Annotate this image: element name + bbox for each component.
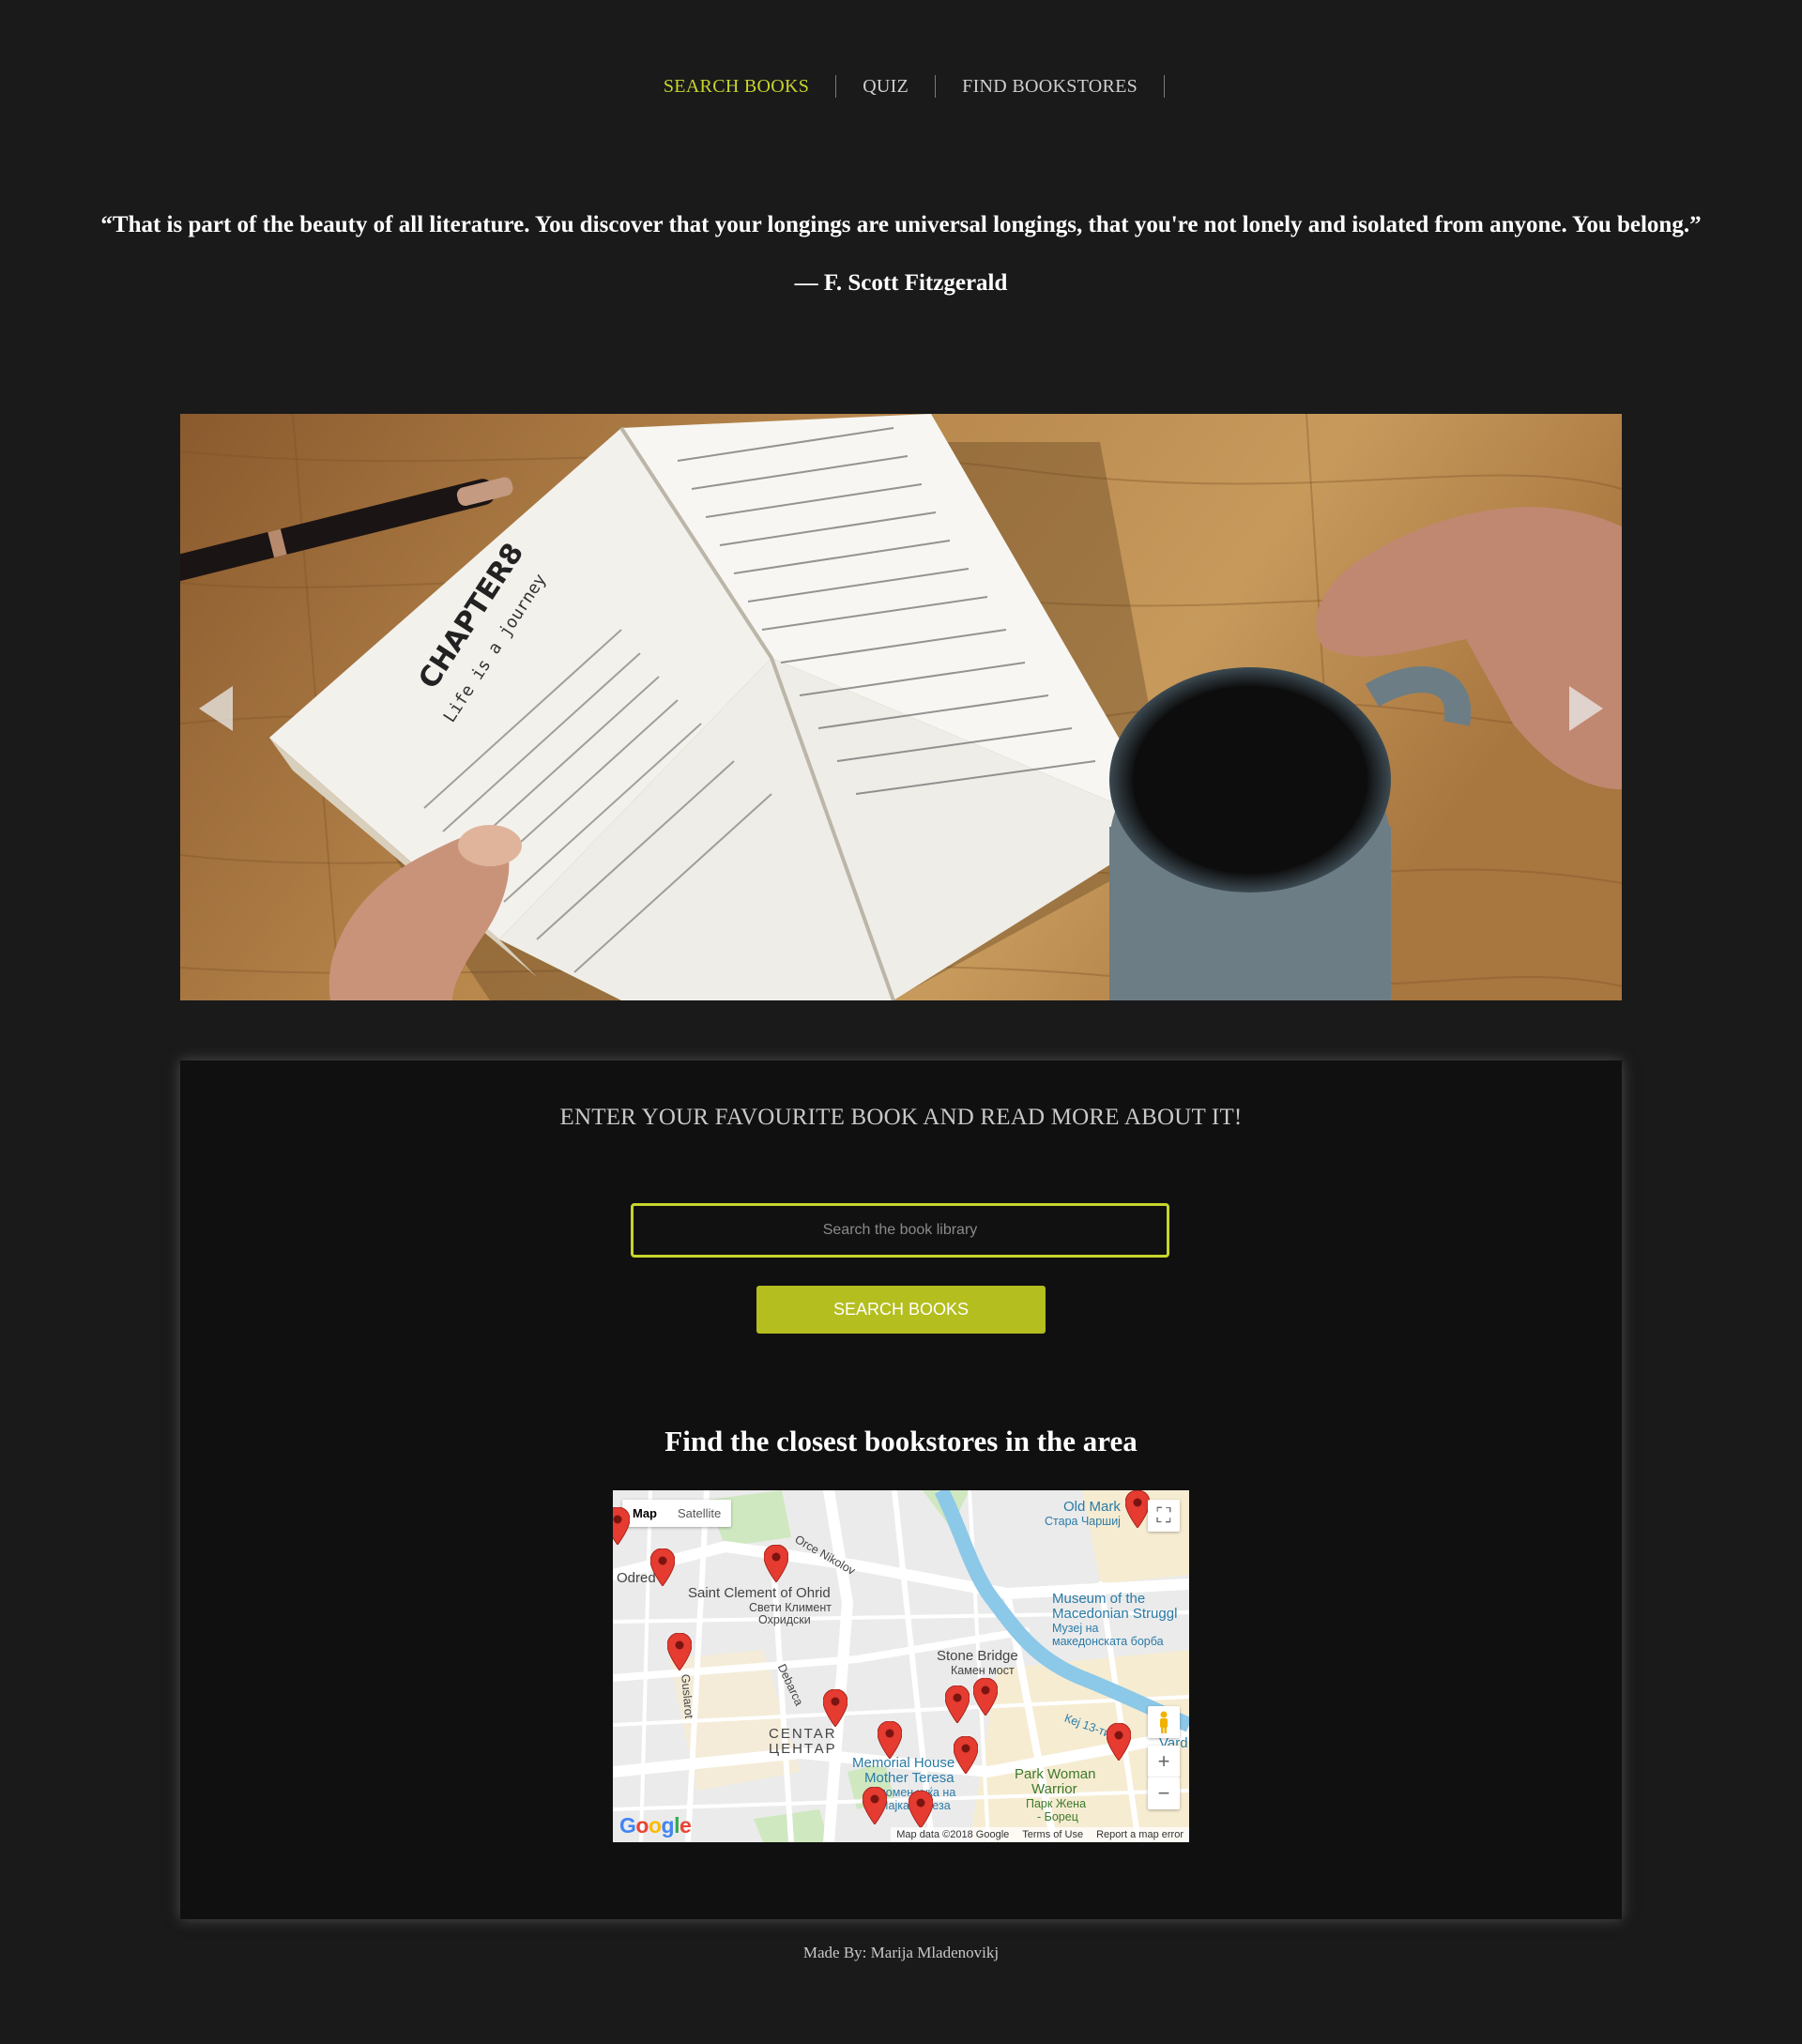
map-label-memorial-2: Mother Teresa — [864, 1770, 954, 1786]
map-label-park-1: Park Woman — [1015, 1766, 1096, 1782]
image-carousel: CHAPTER8 Life is a journey — [180, 414, 1622, 1000]
search-panel: ENTER YOUR FAVOURITE BOOK AND READ MORE … — [180, 1060, 1622, 1919]
zoom-in-icon[interactable]: + — [1148, 1746, 1180, 1777]
footer-credit: Made By: Marija Mladenovikj — [802, 1944, 1000, 1961]
pegman-icon[interactable] — [1148, 1706, 1180, 1738]
quote-text: “That is part of the beauty of all liter… — [100, 212, 1702, 237]
map-label-stone-bridge-mk: Камен мост — [951, 1664, 1015, 1677]
map-type-satellite[interactable]: Satellite — [667, 1500, 731, 1527]
map-type-control: Map Satellite — [622, 1500, 732, 1527]
map-heading: Find the closest bookstores in the area — [664, 1425, 1138, 1457]
quote-author: — F. Scott Fitzgerald — [794, 270, 1008, 296]
map-terms-link[interactable]: Terms of Use — [1022, 1829, 1083, 1840]
nav-search-books[interactable]: SEARCH BOOKS — [637, 75, 837, 98]
bookstore-pin[interactable] — [667, 1633, 692, 1670]
bookstore-pin[interactable] — [954, 1736, 978, 1774]
map-label-saint-clement: Saint Clement of Ohrid — [688, 1585, 831, 1601]
map-label-memorial-1: Memorial House — [852, 1755, 955, 1771]
map-label-saint-clement-mk2: Охридски — [758, 1613, 811, 1626]
map-label-museum-1: Museum of the — [1052, 1591, 1146, 1607]
search-books-button[interactable]: SEARCH BOOKS — [756, 1286, 1046, 1334]
carousel-image: CHAPTER8 Life is a journey — [180, 414, 1622, 1000]
bookstore-pin[interactable] — [863, 1787, 887, 1824]
carousel-next-arrow-icon[interactable] — [1569, 686, 1603, 731]
bookstore-pin[interactable] — [1107, 1723, 1131, 1761]
bookstore-pin[interactable] — [973, 1678, 998, 1716]
map-label-park-mk1: Парк Жена — [1026, 1797, 1087, 1810]
carousel-prev-arrow-icon[interactable] — [199, 686, 233, 731]
map-label-centar-mk: ЦЕНТАР — [769, 1741, 837, 1757]
fullscreen-icon[interactable]: ⛶ — [1148, 1500, 1180, 1532]
map-label-centar: CENTAR — [769, 1726, 837, 1742]
map-label-park-mk2: - Борец — [1037, 1810, 1078, 1823]
map-label-old-market-mk: Стара Чаршиј — [1045, 1515, 1121, 1528]
map-data-credit: Map data ©2018 Google — [896, 1829, 1010, 1840]
map-label-museum-mk2: македонската борба — [1052, 1635, 1164, 1648]
main-nav: SEARCH BOOKS QUIZ FIND BOOKSTORES — [0, 75, 1802, 98]
bookstore-pin[interactable] — [650, 1548, 675, 1586]
map-label-museum-mk1: Музеј на — [1052, 1622, 1099, 1635]
bookstore-pin[interactable] — [823, 1689, 848, 1727]
nav-quiz[interactable]: QUIZ — [836, 75, 937, 98]
map-label-old-market: Old Mark — [1063, 1499, 1121, 1515]
bookstores-map[interactable]: Map Satellite Odred Orce Nikolov Saint C… — [613, 1490, 1189, 1842]
google-logo: Google — [619, 1813, 692, 1838]
map-label-museum-2: Macedonian Struggl — [1052, 1606, 1178, 1622]
map-attribution: Map data ©2018 Google Terms of Use Repor… — [891, 1827, 1189, 1842]
bookstore-pin[interactable] — [613, 1507, 630, 1545]
bookstore-pin[interactable] — [945, 1686, 970, 1723]
search-heading: ENTER YOUR FAVOURITE BOOK AND READ MORE … — [559, 1105, 1243, 1130]
bookstore-pin[interactable] — [878, 1721, 902, 1759]
bookstore-pin[interactable] — [909, 1791, 933, 1828]
nav-find-bookstores[interactable]: FIND BOOKSTORES — [936, 75, 1166, 98]
zoom-out-icon[interactable]: − — [1148, 1777, 1180, 1809]
bookstore-pin[interactable] — [764, 1545, 788, 1582]
search-input[interactable] — [631, 1203, 1169, 1258]
map-label-stone-bridge: Stone Bridge — [937, 1648, 1018, 1664]
map-report-link[interactable]: Report a map error — [1096, 1829, 1184, 1840]
map-label-park-2: Warrior — [1031, 1781, 1077, 1797]
bookstore-pin[interactable] — [1125, 1490, 1150, 1528]
